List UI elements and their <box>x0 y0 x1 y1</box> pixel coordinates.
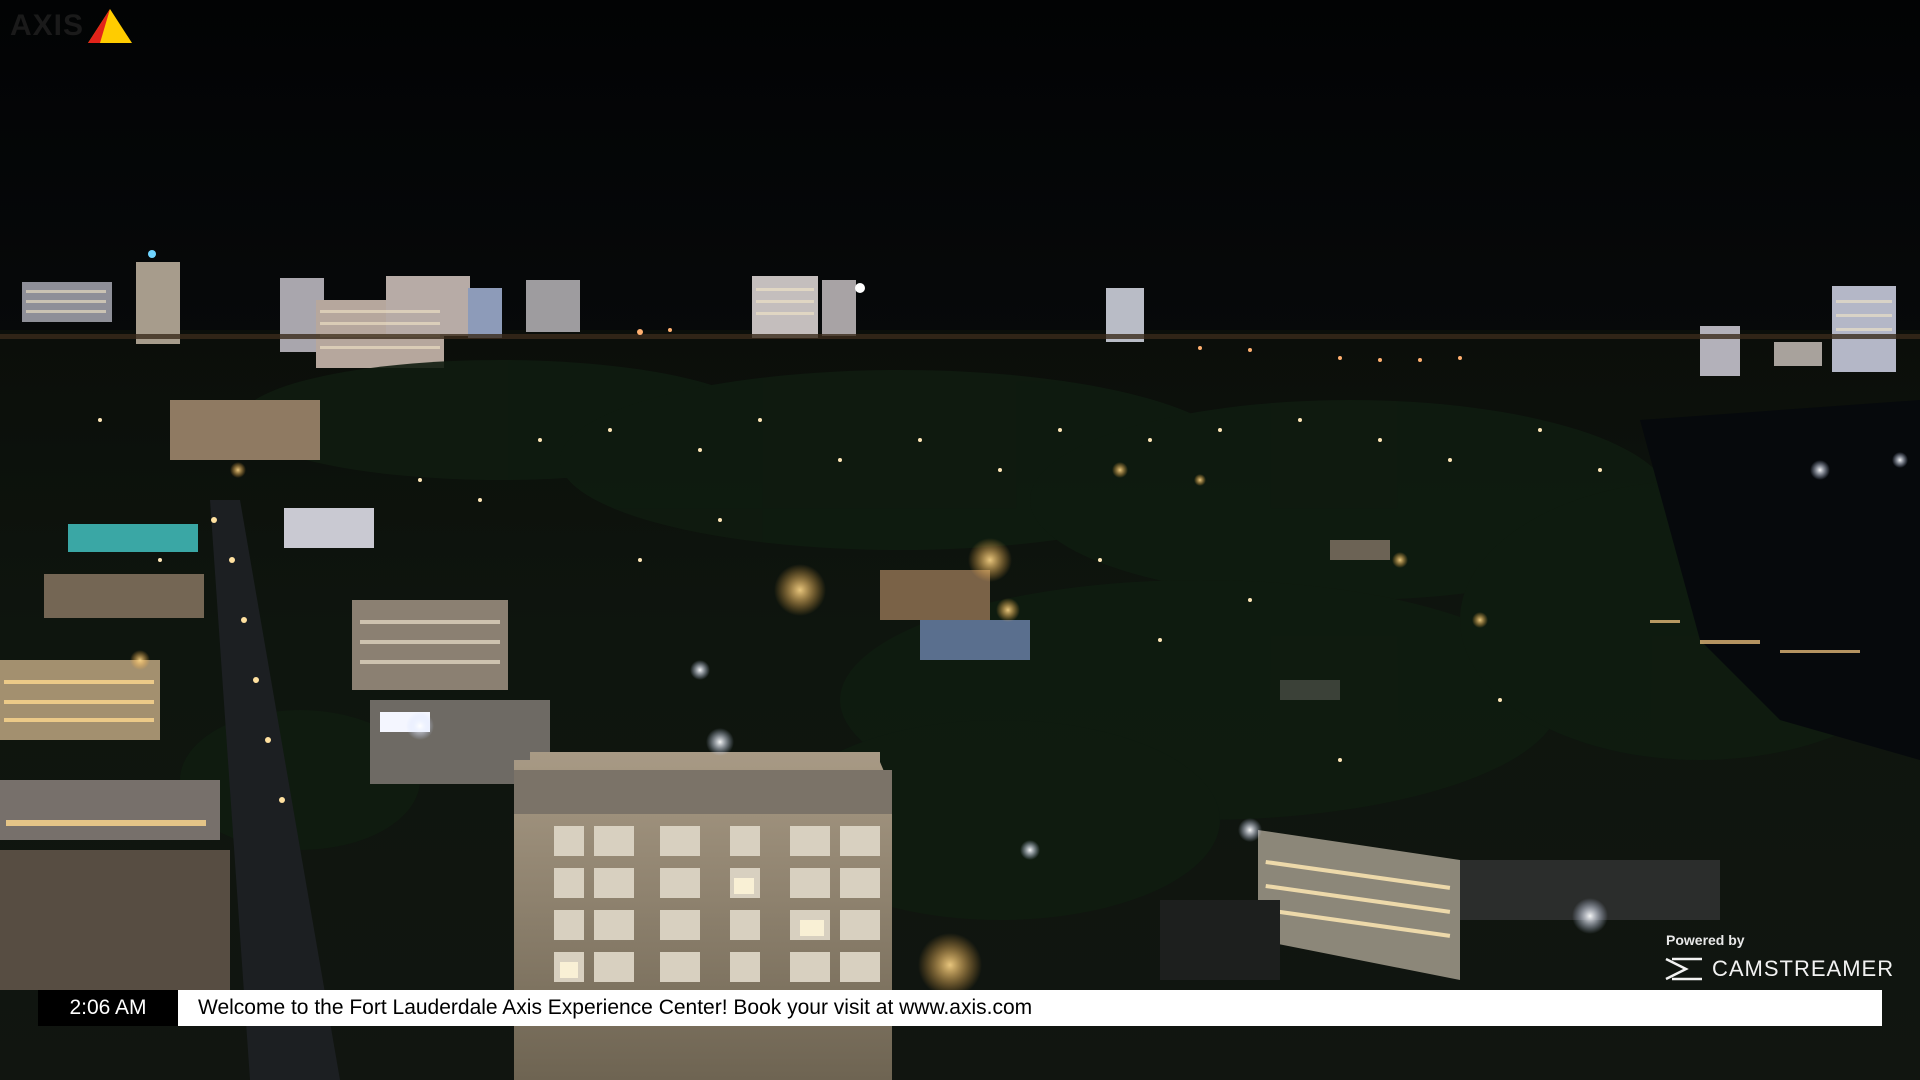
night-city-scene <box>0 0 1920 1080</box>
powered-by-label: Powered by <box>1666 932 1745 948</box>
ticker-clock: 2:06 AM <box>38 990 178 1026</box>
camstreamer-logo: CAMSTREAMER <box>1664 956 1894 982</box>
axis-brand-logo: AXIS <box>10 6 134 46</box>
axis-logo-text: AXIS <box>10 9 85 42</box>
camstreamer-play-icon <box>1665 957 1702 981</box>
ticker-bar: 2:06 AM Welcome to the Fort Lauderdale A… <box>38 990 1882 1026</box>
camera-viewport: AXIS Powered by CAMSTREAMER 2:06 AM Welc… <box>0 0 1920 1080</box>
tan-condo-building <box>514 752 892 1080</box>
camstreamer-text: CAMSTREAMER <box>1712 956 1895 981</box>
powered-by-camstreamer: Powered by CAMSTREAMER <box>1664 930 1893 986</box>
ticker-message: Welcome to the Fort Lauderdale Axis Expe… <box>178 990 1882 1026</box>
axis-triangle-icon <box>88 9 133 43</box>
